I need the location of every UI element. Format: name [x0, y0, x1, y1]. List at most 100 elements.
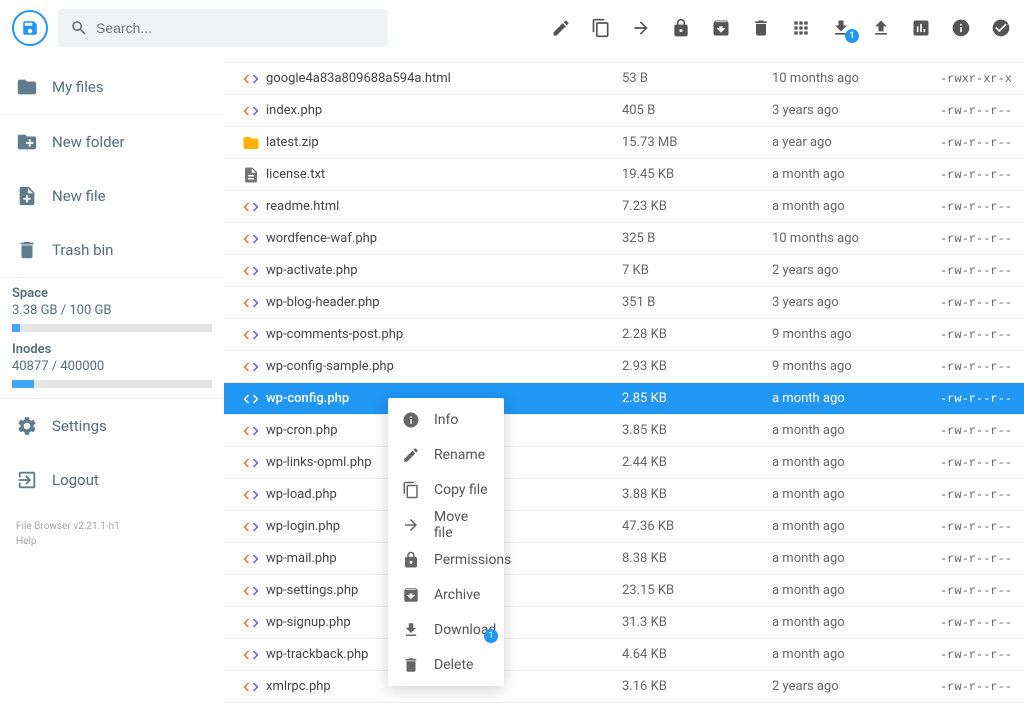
move-icon — [402, 516, 420, 534]
file-row[interactable]: wp-blog-header.php 351 B 3 years ago -rw… — [224, 287, 1024, 319]
file-perm: -rw-r--r-- — [917, 392, 1012, 406]
settings-icon — [16, 415, 38, 437]
file-name: wp-blog-header.php — [266, 295, 622, 310]
sidebar-item-trash-bin[interactable]: Trash bin — [0, 223, 224, 277]
sidebar-item-new-folder[interactable]: New folder — [0, 115, 224, 169]
context-menu-download[interactable]: Download1 — [388, 612, 504, 647]
sidebar-label: New file — [52, 187, 106, 205]
stats-button[interactable] — [910, 17, 932, 39]
inodes-progress — [12, 380, 212, 388]
check-circle-icon — [991, 18, 1011, 38]
archive-icon — [402, 586, 420, 604]
permissions-button[interactable] — [670, 17, 692, 39]
rename-icon — [402, 446, 420, 464]
pencil-icon — [551, 18, 571, 38]
download-icon — [402, 621, 420, 639]
delete-button[interactable] — [750, 17, 772, 39]
file-perm: -rw-r--r-- — [917, 232, 1012, 246]
context-menu-label: Move file — [434, 509, 490, 541]
view-grid-button[interactable] — [790, 17, 812, 39]
file-row[interactable]: wp-config-sample.php 2.93 KB 9 months ag… — [224, 351, 1024, 383]
save-icon — [21, 19, 39, 37]
file-row[interactable]: wp-mail.php 8.38 KB a month ago -rw-r--r… — [224, 543, 1024, 575]
context-menu-info[interactable]: Info — [388, 402, 504, 437]
file-size: 19.45 KB — [622, 167, 772, 182]
context-menu-move[interactable]: Move file — [388, 507, 504, 542]
sidebar-item-my-files[interactable]: My files — [0, 60, 224, 114]
file-size: 15.73 MB — [622, 135, 772, 150]
code-icon — [242, 198, 260, 216]
archive-button[interactable] — [710, 17, 732, 39]
sidebar-item-settings[interactable]: Settings — [0, 399, 224, 453]
info-button[interactable] — [950, 17, 972, 39]
file-row[interactable]: license.txt 19.45 KB a month ago -rw-r--… — [224, 159, 1024, 191]
file-size: 8.38 KB — [622, 551, 772, 566]
context-menu-delete[interactable]: Delete — [388, 647, 504, 682]
file-date: a month ago — [772, 199, 917, 214]
file-row[interactable]: xmlrpc.php 3.16 KB 2 years ago -rw-r--r-… — [224, 671, 1024, 703]
file-perm: -rw-r--r-- — [917, 552, 1012, 566]
chart-icon — [911, 18, 931, 38]
context-menu-archive[interactable]: Archive — [388, 577, 504, 612]
sidebar-item-logout[interactable]: Logout — [0, 453, 224, 507]
code-icon — [242, 102, 260, 120]
file-date: a month ago — [772, 167, 917, 182]
file-size: 351 B — [622, 295, 772, 310]
file-row[interactable]: wp-config.php 2.85 KB a month ago -rw-r-… — [224, 383, 1024, 415]
file-date: 9 months ago — [772, 359, 917, 374]
sidebar-item-new-file[interactable]: New file — [0, 169, 224, 223]
code-icon — [242, 294, 260, 312]
context-menu-label: Permissions — [434, 552, 511, 568]
file-row[interactable]: readme.html 7.23 KB a month ago -rw-r--r… — [224, 191, 1024, 223]
file-perm: -rw-r--r-- — [917, 488, 1012, 502]
file-row[interactable]: wp-settings.php 23.15 KB a month ago -rw… — [224, 575, 1024, 607]
file-date: 9 months ago — [772, 327, 917, 342]
partial-row — [224, 56, 1024, 63]
context-menu-lock[interactable]: Permissions — [388, 542, 504, 577]
file-size: 2.85 KB — [622, 391, 772, 406]
context-menu-rename[interactable]: Rename — [388, 437, 504, 472]
file-row[interactable]: wp-load.php 3.88 KB a month ago -rw-r--r… — [224, 479, 1024, 511]
rename-button[interactable] — [550, 17, 572, 39]
file-date: a month ago — [772, 455, 917, 470]
file-size: 3.88 KB — [622, 487, 772, 502]
lock-icon — [402, 551, 420, 569]
copy-button[interactable] — [590, 17, 612, 39]
upload-button[interactable] — [870, 17, 892, 39]
download-button[interactable]: 1 — [830, 17, 852, 39]
code-icon — [242, 422, 260, 440]
file-row[interactable]: wordfence-waf.php 325 B 10 months ago -r… — [224, 223, 1024, 255]
file-date: a month ago — [772, 647, 917, 662]
move-button[interactable] — [630, 17, 652, 39]
search-box[interactable] — [58, 9, 388, 47]
file-perm: -rw-r--r-- — [917, 328, 1012, 342]
search-input[interactable] — [96, 20, 376, 36]
code-icon — [242, 614, 260, 632]
help-link[interactable]: Help — [16, 534, 208, 549]
context-menu-copy[interactable]: Copy file — [388, 472, 504, 507]
file-size: 325 B — [622, 231, 772, 246]
file-row[interactable]: wp-comments-post.php 2.28 KB 9 months ag… — [224, 319, 1024, 351]
app-logo[interactable] — [12, 10, 48, 46]
file-size: 2.93 KB — [622, 359, 772, 374]
file-row[interactable]: latest.zip 15.73 MB a year ago -rw-r--r-… — [224, 127, 1024, 159]
file-row[interactable]: wp-links-opml.php 2.44 KB a month ago -r… — [224, 447, 1024, 479]
file-perm: -rw-r--r-- — [917, 424, 1012, 438]
file-row[interactable]: wp-signup.php 31.3 KB a month ago -rw-r-… — [224, 607, 1024, 639]
search-icon — [70, 19, 88, 37]
file-perm: -rw-r--r-- — [917, 104, 1012, 118]
file-row[interactable]: wp-trackback.php 4.64 KB a month ago -rw… — [224, 639, 1024, 671]
file-perm: -rw-r--r-- — [917, 136, 1012, 150]
file-row[interactable]: wp-activate.php 7 KB 2 years ago -rw-r--… — [224, 255, 1024, 287]
file-name: wp-config-sample.php — [266, 359, 622, 374]
context-menu-label: Rename — [434, 447, 485, 463]
file-row[interactable]: google4a83a809688a594a.html 53 B 10 mont… — [224, 63, 1024, 95]
file-size: 3.16 KB — [622, 679, 772, 694]
select-button[interactable] — [990, 17, 1012, 39]
file-name: license.txt — [266, 167, 622, 182]
inodes-label: Inodes — [0, 342, 224, 357]
file-row[interactable]: index.php 405 B 3 years ago -rw-r--r-- — [224, 95, 1024, 127]
footer: File Browser v2.21.1-h1 Help — [0, 507, 224, 561]
file-row[interactable]: wp-login.php 47.36 KB a month ago -rw-r-… — [224, 511, 1024, 543]
file-row[interactable]: wp-cron.php 3.85 KB a month ago -rw-r--r… — [224, 415, 1024, 447]
